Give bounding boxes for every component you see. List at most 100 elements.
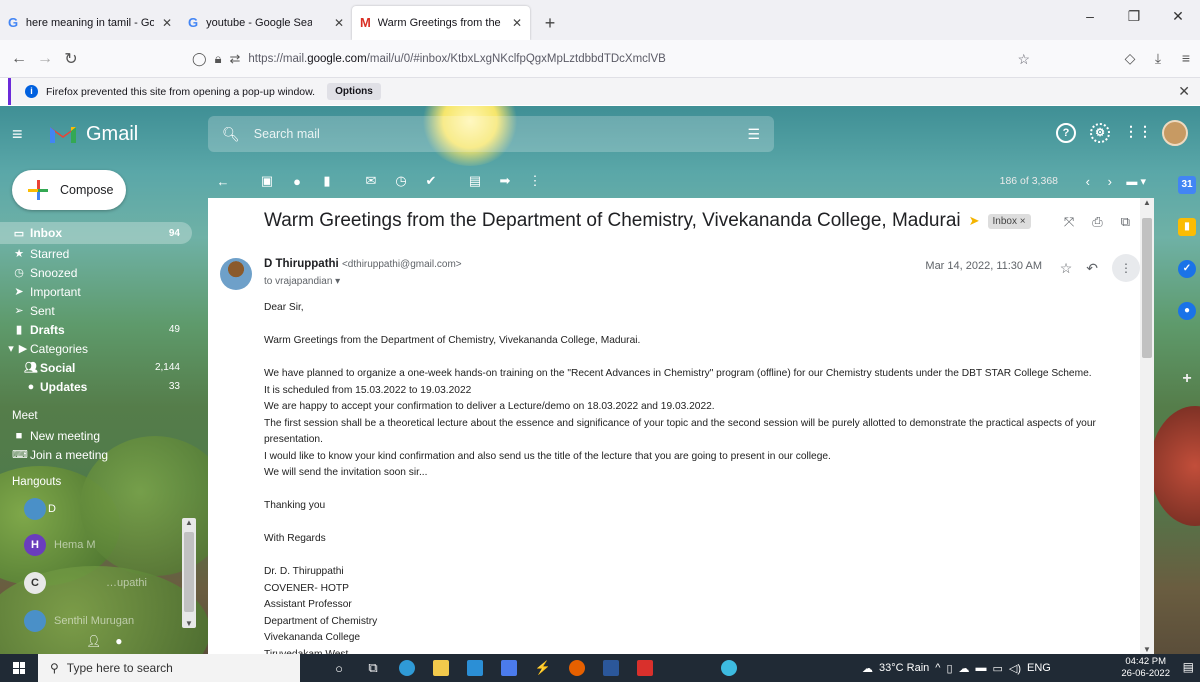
forward-arrow-icon[interactable]: → bbox=[32, 50, 58, 68]
print-icon[interactable]: ⎙ bbox=[1092, 214, 1102, 230]
sender-avatar[interactable] bbox=[220, 258, 252, 290]
mark-unread-icon[interactable]: ✉ bbox=[356, 173, 386, 189]
report-spam-icon[interactable]: ● bbox=[282, 174, 312, 189]
tab-youtube-search[interactable]: G youtube - Google Search ✕ bbox=[180, 6, 352, 40]
search-icon[interactable]: 🔍︎ bbox=[222, 126, 240, 143]
bookmark-star-icon[interactable]: ☆ bbox=[1017, 51, 1030, 68]
contacts-icon[interactable]: ● bbox=[1178, 302, 1196, 320]
download-icon[interactable]: ⤓ bbox=[1144, 50, 1172, 67]
message-scrollbar[interactable]: ▲ ▼ bbox=[1140, 198, 1154, 654]
gmail-logo[interactable]: Gmail bbox=[48, 123, 138, 146]
popup-options-button[interactable]: Options bbox=[327, 83, 381, 100]
scroll-down-icon[interactable]: ▼ bbox=[182, 619, 196, 628]
hangouts-contact[interactable]: D bbox=[0, 492, 200, 526]
close-window-icon[interactable]: ✕ bbox=[1156, 8, 1200, 25]
edge-icon[interactable] bbox=[390, 654, 424, 682]
weather-icon[interactable]: ☁ bbox=[862, 662, 873, 675]
firefox-icon[interactable] bbox=[560, 654, 594, 682]
expand-all-icon[interactable]: ⤧ bbox=[1064, 214, 1074, 230]
taskbar-clock[interactable]: 04:42 PM 26-06-2022 bbox=[1121, 656, 1170, 680]
new-window-icon[interactable]: ⧉ bbox=[1121, 214, 1130, 230]
add-addon-icon[interactable]: + bbox=[1178, 370, 1196, 388]
mail-app-icon[interactable] bbox=[458, 654, 492, 682]
more-actions-icon[interactable]: ⋮ bbox=[1112, 254, 1140, 282]
recipient-line[interactable]: to vrajapandian ▾ bbox=[264, 276, 340, 287]
pocket-icon[interactable]: ◇ bbox=[1116, 50, 1144, 67]
more-options-icon[interactable]: ⋮ bbox=[520, 173, 550, 189]
taskbar-search-input[interactable]: ⚲ Type here to search bbox=[38, 654, 300, 682]
sidebar-item-sent[interactable]: ➢ Sent bbox=[0, 301, 200, 320]
join-meeting-link[interactable]: ⌨ Join a meeting bbox=[0, 445, 200, 464]
reply-icon[interactable]: ↶ bbox=[1086, 260, 1098, 277]
calendar-icon[interactable]: 31 bbox=[1178, 176, 1196, 194]
star-icon[interactable]: ☆ bbox=[1060, 260, 1073, 277]
move-to-icon[interactable]: ▤ bbox=[460, 173, 490, 189]
menu-icon[interactable]: ≡ bbox=[1172, 50, 1200, 67]
sidebar-item-important[interactable]: ➤ Important bbox=[0, 282, 200, 301]
settings-gear-icon[interactable]: ⚙ bbox=[1090, 123, 1110, 143]
older-chevron-icon[interactable]: › bbox=[1108, 174, 1112, 189]
display-icon[interactable]: ▭ bbox=[993, 662, 1003, 675]
snooze-icon[interactable]: ◷ bbox=[386, 173, 416, 189]
help-icon[interactable] bbox=[712, 654, 746, 682]
restore-icon[interactable]: ❐ bbox=[1112, 8, 1156, 25]
minimize-icon[interactable]: – bbox=[1068, 8, 1112, 25]
keep-icon[interactable]: ▮ bbox=[1178, 218, 1196, 236]
tab-warm-greetings[interactable]: M Warm Greetings from the Depa ✕ bbox=[352, 6, 530, 40]
person-icon[interactable]: 👤︎ bbox=[86, 634, 101, 648]
sidebar-item-categories[interactable]: ▾ ▶ Categories bbox=[0, 339, 200, 358]
search-mail-input[interactable]: 🔍︎ Search mail ☰ bbox=[208, 116, 774, 152]
scroll-up-icon[interactable]: ▲ bbox=[182, 518, 196, 527]
sidebar-item-snoozed[interactable]: ◷ Snoozed bbox=[0, 263, 200, 282]
winamp-icon[interactable]: ⚡ bbox=[526, 654, 560, 682]
new-meeting-link[interactable]: ■ New meeting bbox=[0, 426, 200, 445]
teams-icon[interactable] bbox=[492, 654, 526, 682]
show-hidden-icons[interactable]: ^ bbox=[935, 662, 940, 674]
word-icon[interactable] bbox=[594, 654, 628, 682]
labels-icon[interactable]: ➡ bbox=[490, 173, 520, 189]
language-indicator[interactable]: ENG bbox=[1027, 662, 1051, 674]
search-options-icon[interactable]: ☰ bbox=[747, 126, 760, 143]
sidebar-item-drafts[interactable]: ▮ Drafts 49 bbox=[0, 320, 200, 339]
task-view-icon[interactable]: ⧉ bbox=[356, 654, 390, 682]
back-arrow-icon[interactable]: ← bbox=[6, 50, 32, 68]
reload-icon[interactable]: ↻ bbox=[58, 49, 84, 69]
weather-text[interactable]: 33°C Rain bbox=[879, 662, 929, 674]
onedrive-icon[interactable]: ☁ bbox=[959, 662, 970, 675]
tasks-icon[interactable]: ✓ bbox=[1178, 260, 1196, 278]
apps-grid-icon[interactable]: ⋮⋮ bbox=[1124, 123, 1152, 143]
battery-icon[interactable]: ▯ bbox=[946, 662, 952, 675]
url-bar[interactable]: ◯ 🔒︎ ⇄ https://mail. google.com/mail/u/0/… bbox=[192, 46, 1042, 72]
close-icon[interactable]: ✕ bbox=[1178, 83, 1190, 100]
newer-chevron-icon[interactable]: ‹ bbox=[1086, 174, 1090, 189]
sidebar-item-inbox[interactable]: ▭ Inbox 94 bbox=[0, 222, 192, 244]
hangouts-contact[interactable]: C …upathi bbox=[0, 564, 200, 602]
account-avatar[interactable] bbox=[1162, 120, 1188, 146]
location-pin-icon[interactable]: ● bbox=[115, 634, 122, 648]
delete-icon[interactable]: ▮ bbox=[312, 173, 342, 189]
help-icon[interactable]: ? bbox=[1056, 123, 1076, 143]
hamburger-menu-icon[interactable]: ≡ bbox=[12, 124, 32, 145]
volume-icon[interactable]: ◁) bbox=[1009, 662, 1021, 675]
scroll-up-icon[interactable]: ▲ bbox=[1140, 198, 1154, 207]
start-button[interactable] bbox=[0, 654, 38, 682]
input-tools-icon[interactable]: ▬ ▾ bbox=[1126, 175, 1146, 188]
compose-button[interactable]: Compose bbox=[12, 170, 126, 210]
scroll-down-icon[interactable]: ▼ bbox=[1140, 645, 1154, 654]
scroll-thumb[interactable] bbox=[1142, 218, 1152, 358]
hangouts-scrollbar[interactable]: ▲ ▼ bbox=[182, 518, 196, 628]
back-to-inbox-icon[interactable]: ← bbox=[208, 174, 238, 189]
tab-here-meaning[interactable]: G here meaning in tamil - Google ✕ bbox=[0, 6, 180, 40]
notifications-icon[interactable]: ▤ bbox=[1183, 660, 1194, 674]
hangouts-contact[interactable]: H Hema M bbox=[0, 526, 200, 564]
sidebar-item-starred[interactable]: ★ Starred bbox=[0, 244, 200, 263]
important-marker-icon[interactable]: ➤ bbox=[969, 213, 980, 229]
acrobat-icon[interactable] bbox=[628, 654, 662, 682]
scroll-thumb[interactable] bbox=[184, 532, 194, 612]
sidebar-item-social[interactable]: 👥︎ Social 2,144 bbox=[0, 358, 200, 377]
sidebar-item-updates[interactable]: ● Updates 33 bbox=[0, 377, 200, 396]
cortana-icon[interactable]: ○ bbox=[322, 654, 356, 682]
file-explorer-icon[interactable] bbox=[424, 654, 458, 682]
new-tab-button[interactable]: + bbox=[536, 9, 564, 37]
archive-icon[interactable]: ▣ bbox=[252, 173, 282, 189]
